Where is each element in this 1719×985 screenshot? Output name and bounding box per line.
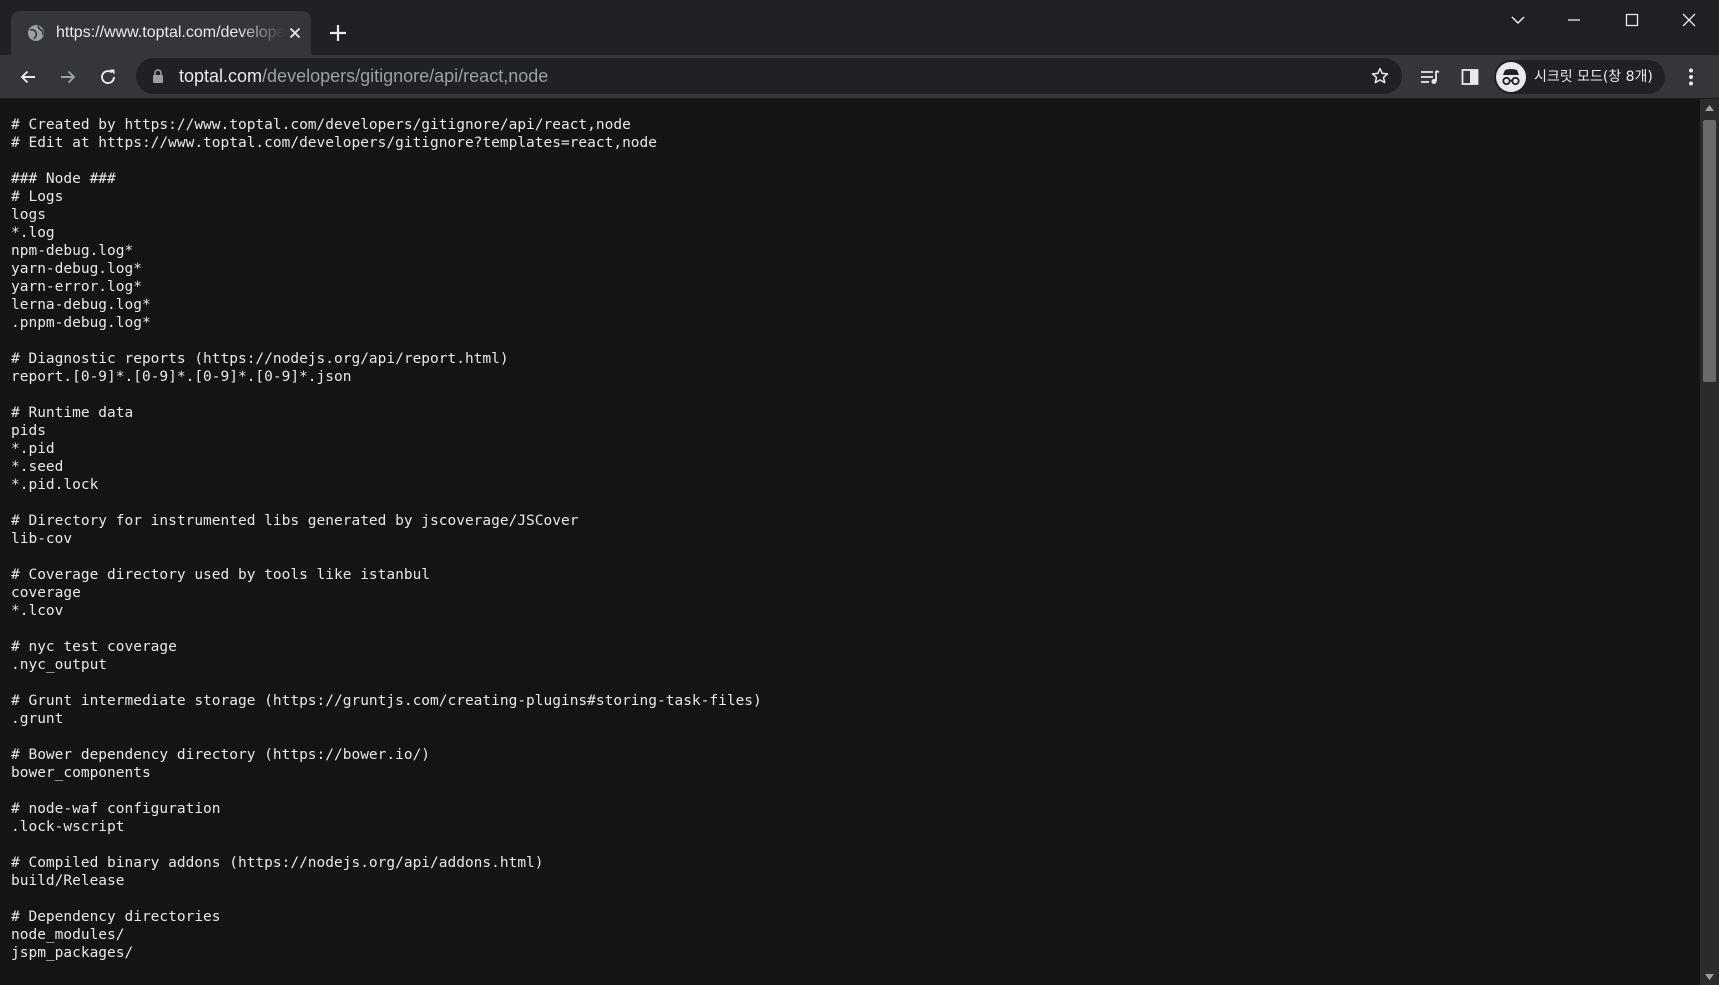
scroll-down-button[interactable] — [1700, 968, 1719, 985]
text-line: .lock-wscript — [11, 819, 125, 835]
text-line: logs — [11, 207, 46, 223]
star-icon[interactable] — [1370, 66, 1390, 86]
text-line: # Grunt intermediate storage (https://gr… — [11, 693, 762, 709]
text-line: coverage — [11, 585, 81, 601]
scroll-down-arrow-icon — [1705, 973, 1714, 980]
text-line — [11, 548, 1700, 566]
text-line: jspm_packages/ — [11, 945, 134, 961]
side-panel-icon — [1461, 69, 1479, 85]
text-line: report.[0-9]*.[0-9]*.[0-9]*.[0-9]*.json — [11, 369, 352, 385]
text-line — [11, 152, 1700, 170]
maximize-icon[interactable] — [1612, 8, 1652, 32]
text-line: *.log — [11, 225, 55, 241]
text-line: # nyc test coverage — [11, 639, 177, 655]
text-line: build/Release — [11, 873, 125, 889]
url-text[interactable]: toptal.com/developers/gitignore/api/reac… — [179, 66, 548, 86]
text-line: lerna-debug.log* — [11, 297, 151, 313]
text-line — [11, 728, 1700, 746]
url-host: toptal.com — [179, 66, 263, 86]
browser-menu-button[interactable] — [1677, 63, 1705, 91]
text-line: .pnpm-debug.log* — [11, 315, 151, 331]
url-path: /developers/gitignore/api/react,node — [262, 66, 549, 86]
text-line: # Dependency directories — [11, 909, 221, 925]
vertical-scrollbar[interactable] — [1700, 99, 1719, 985]
reload-button[interactable] — [94, 63, 122, 91]
text-line: *.pid.lock — [11, 477, 99, 493]
text-line — [11, 782, 1700, 800]
text-line: npm-debug.log* — [11, 243, 134, 259]
incognito-label: 시크릿 모드(창 8개) — [1534, 69, 1653, 85]
text-line: ### Node ### — [11, 171, 116, 187]
text-line — [11, 386, 1700, 404]
text-line: pids — [11, 423, 46, 439]
back-button[interactable] — [14, 63, 42, 91]
text-line: yarn-error.log* — [11, 279, 142, 295]
text-line: # node-waf configuration — [11, 801, 221, 817]
text-line: # Compiled binary addons (https://nodejs… — [11, 855, 544, 871]
minimize-icon[interactable] — [1554, 8, 1594, 32]
text-line — [11, 620, 1700, 638]
text-line — [11, 890, 1700, 908]
incognito-indicator[interactable]: 시크릿 모드(창 8개) — [1494, 60, 1665, 94]
forward-button[interactable] — [54, 63, 82, 91]
text-line: *.seed — [11, 459, 64, 475]
text-line: # Logs — [11, 189, 64, 205]
text-line: lib-cov — [11, 531, 73, 547]
text-line: .grunt — [11, 711, 64, 727]
avatar — [1496, 62, 1526, 92]
page-content: # Created by https://www.toptal.com/deve… — [0, 99, 1700, 985]
text-line: # Created by https://www.toptal.com/deve… — [11, 117, 631, 133]
browser-window: https://www.toptal.com/developers/gitign… — [0, 0, 1719, 985]
text-line: .nyc_output — [11, 657, 108, 673]
new-tab-icon[interactable] — [326, 21, 350, 45]
browser-toolbar: toptal.com/developers/gitignore/api/reac… — [0, 55, 1719, 99]
text-line: # Directory for instrumented libs genera… — [11, 513, 579, 529]
forward-arrow-icon — [61, 70, 76, 84]
text-line: *.pid — [11, 441, 55, 457]
media-queue-button[interactable] — [1416, 63, 1444, 91]
tab-search-icon[interactable] — [1498, 8, 1538, 32]
close-window-icon[interactable] — [1669, 8, 1709, 32]
text-line: # Diagnostic reports (https://nodejs.org… — [11, 351, 509, 367]
globe-icon — [28, 25, 44, 41]
text-line: yarn-debug.log* — [11, 261, 142, 277]
tab-title: https://www.toptal.com/developers/gitign… — [56, 24, 284, 41]
text-line: # Bower dependency directory (https://bo… — [11, 747, 431, 763]
text-line: *.lcov — [11, 603, 64, 619]
back-arrow-icon — [20, 70, 35, 84]
close-tab-icon[interactable] — [287, 25, 303, 41]
media-queue-icon — [1421, 70, 1440, 84]
text-line: # Runtime data — [11, 405, 134, 421]
reload-icon — [101, 69, 115, 84]
scroll-up-button[interactable] — [1700, 99, 1719, 116]
text-line: # Coverage directory used by tools like … — [11, 567, 431, 583]
lock-icon[interactable] — [152, 69, 164, 83]
text-line: bower_components — [11, 765, 151, 781]
title-bar: https://www.toptal.com/developers/gitign… — [0, 0, 1719, 55]
active-tab[interactable]: https://www.toptal.com/developers/gitign… — [11, 11, 311, 55]
side-panel-button[interactable] — [1456, 63, 1484, 91]
address-bar[interactable]: toptal.com/developers/gitignore/api/reac… — [136, 58, 1402, 94]
gitignore-text: # Created by https://www.toptal.com/deve… — [0, 99, 1700, 962]
text-line — [11, 332, 1700, 350]
text-line: node_modules/ — [11, 927, 125, 943]
text-line — [11, 674, 1700, 692]
incognito-icon — [1502, 69, 1520, 86]
text-line — [11, 836, 1700, 854]
text-line — [11, 494, 1700, 512]
scroll-thumb[interactable] — [1703, 120, 1716, 382]
text-line: # Edit at https://www.toptal.com/develop… — [11, 135, 658, 151]
scroll-up-arrow-icon — [1705, 104, 1714, 111]
kebab-menu-icon — [1689, 68, 1693, 86]
